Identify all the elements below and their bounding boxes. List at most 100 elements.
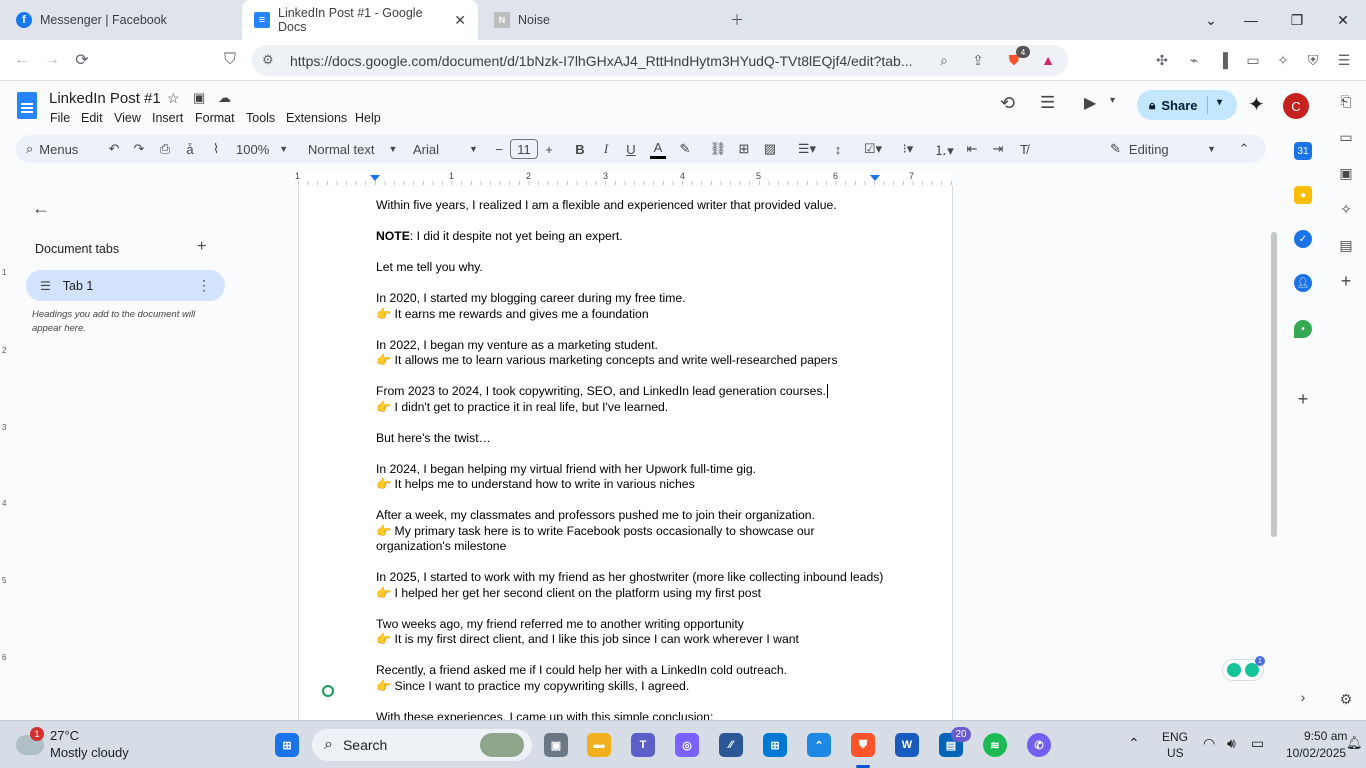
paragraph[interactable]: In 2024, I began helping my virtual frie… bbox=[376, 462, 886, 493]
wallet-icon[interactable]: ▭ bbox=[1243, 50, 1263, 70]
language-indicator[interactable]: ENG bbox=[1162, 730, 1188, 744]
browser-tab-messenger[interactable]: f Messenger | Facebook bbox=[4, 0, 240, 40]
forward-button[interactable]: → bbox=[40, 48, 64, 72]
copilot-icon[interactable]: ◎ bbox=[675, 733, 699, 757]
editing-mode-select[interactable]: ✎ Editing ▼ bbox=[1110, 139, 1216, 159]
paragraph[interactable]: After a week, my classmates and professo… bbox=[376, 508, 886, 555]
google-docs-logo-icon[interactable] bbox=[17, 92, 37, 119]
menu-tools[interactable]: Tools bbox=[246, 111, 275, 125]
paragraph[interactable]: Recently, a friend asked me if I could h… bbox=[376, 663, 886, 694]
vertical-ruler[interactable]: 1 2 3 4 5 6 bbox=[0, 186, 12, 720]
move-folder-icon[interactable]: ▣ bbox=[193, 90, 205, 106]
reload-button[interactable]: ⟳ bbox=[70, 48, 94, 72]
paragraph[interactable]: From 2023 to 2024, I took copywriting, S… bbox=[376, 384, 886, 415]
paragraph[interactable]: But here's the twist… bbox=[376, 431, 886, 447]
decrease-indent-icon[interactable]: ⇤ bbox=[964, 139, 980, 159]
teams-icon[interactable]: T bbox=[631, 733, 655, 757]
share-button[interactable]: 🔒︎ Share ▾ bbox=[1137, 90, 1237, 120]
sidebar-settings-icon[interactable]: ⚙ bbox=[1336, 689, 1356, 709]
redo-icon[interactable]: ↷ bbox=[131, 139, 147, 159]
vertical-scrollbar[interactable] bbox=[1271, 232, 1277, 537]
document-title[interactable]: LinkedIn Post #1 bbox=[49, 90, 161, 107]
share-dropdown-icon[interactable]: ▾ bbox=[1217, 97, 1222, 108]
text-color-icon[interactable]: A bbox=[650, 139, 666, 159]
right-indent-marker[interactable] bbox=[870, 175, 880, 181]
more-options-icon[interactable]: ⋮ bbox=[197, 277, 211, 294]
paint-format-icon[interactable]: ⌇ bbox=[208, 139, 224, 159]
line-spacing-icon[interactable]: ↕ bbox=[830, 139, 846, 159]
maps-icon[interactable]: • bbox=[1294, 320, 1312, 338]
minimize-window-button[interactable]: — bbox=[1228, 0, 1274, 40]
file-explorer-icon[interactable]: ▬ bbox=[587, 733, 611, 757]
clock-date[interactable]: 10/02/2025 bbox=[1286, 746, 1346, 760]
paragraph-style-select[interactable]: Normal text ▼ bbox=[308, 139, 397, 159]
menu-file[interactable]: File bbox=[50, 111, 70, 125]
paragraph[interactable]: In 2025, I started to work with my frien… bbox=[376, 570, 886, 601]
grammarly-assist-icon[interactable] bbox=[1227, 663, 1241, 677]
grammarly-icon[interactable] bbox=[322, 685, 334, 697]
paragraph[interactable]: In 2022, I began my venture as a marketi… bbox=[376, 338, 886, 369]
wifi-icon[interactable]: ◠ bbox=[1203, 735, 1215, 752]
get-addons-icon[interactable]: + bbox=[1294, 389, 1312, 409]
word-icon[interactable]: W bbox=[895, 733, 919, 757]
account-avatar[interactable]: C bbox=[1283, 93, 1309, 119]
brave-rewards-icon[interactable]: ▲ bbox=[1038, 50, 1058, 70]
add-sidebar-item-icon[interactable]: + bbox=[1336, 271, 1356, 291]
viber-icon[interactable]: ✆ bbox=[1027, 733, 1051, 757]
sidebar-toggle-icon[interactable]: ▐ bbox=[1213, 50, 1233, 70]
paragraph[interactable]: With these experiences, I came up with t… bbox=[376, 710, 886, 721]
insert-link-icon[interactable]: ⛓ bbox=[710, 139, 727, 159]
bold-icon[interactable]: B bbox=[572, 139, 588, 159]
menus-search-button[interactable]: ⌕ Menus bbox=[26, 139, 78, 159]
insert-image-icon[interactable]: ▨ bbox=[762, 139, 778, 159]
grammarly-widget[interactable]: 1 bbox=[1222, 656, 1265, 681]
document-page[interactable]: Within five years, I realized I am a fle… bbox=[298, 186, 953, 720]
leo-ai-icon[interactable]: ✧ bbox=[1273, 50, 1293, 70]
horizontal-ruler[interactable]: 1 1 2 3 4 5 6 7 bbox=[0, 171, 1268, 185]
new-tab-button[interactable]: ＋ bbox=[714, 0, 760, 40]
tradingview-icon[interactable]: ⁄⁄ bbox=[719, 733, 743, 757]
meet-dropdown-icon[interactable]: ▾ bbox=[1110, 95, 1115, 106]
font-size-field[interactable]: 11 bbox=[510, 139, 538, 159]
battery-icon[interactable]: ▭ bbox=[1251, 735, 1264, 752]
wallet-side-icon[interactable]: ▣ bbox=[1336, 163, 1356, 183]
show-hidden-icons[interactable]: ⌃ bbox=[1128, 735, 1140, 752]
browser-tab-google-docs[interactable]: ≡ LinkedIn Post #1 - Google Docs ✕ bbox=[242, 0, 478, 40]
clock-time[interactable]: 9:50 am bbox=[1304, 729, 1347, 743]
italic-icon[interactable]: I bbox=[598, 139, 614, 159]
menu-format[interactable]: Format bbox=[195, 111, 235, 125]
hide-menus-icon[interactable]: ⌃ bbox=[1236, 139, 1252, 159]
menu-view[interactable]: View bbox=[114, 111, 141, 125]
underline-icon[interactable]: U bbox=[623, 139, 639, 159]
extensions-icon[interactable]: ✣ bbox=[1152, 50, 1172, 70]
leo-chat-icon[interactable]: ▭ bbox=[1336, 127, 1356, 147]
star-icon[interactable]: ☆ bbox=[167, 90, 180, 107]
task-view-icon[interactable]: ▣ bbox=[544, 733, 568, 757]
zoom-select[interactable]: 100% ▼ bbox=[236, 139, 288, 159]
browser-tab-noise[interactable]: N Noise bbox=[482, 0, 718, 40]
close-window-button[interactable]: ✕ bbox=[1320, 0, 1366, 40]
spellcheck-icon[interactable]: ǡ bbox=[182, 139, 198, 159]
bulleted-list-icon[interactable]: ⁝▾ bbox=[894, 139, 922, 159]
volume-icon[interactable]: 🔊︎ bbox=[1227, 735, 1236, 752]
bookmarks-side-icon[interactable]: ✧ bbox=[1336, 199, 1356, 219]
menu-insert[interactable]: Insert bbox=[152, 111, 183, 125]
numbered-list-icon[interactable]: ⒈▾ bbox=[930, 139, 958, 159]
vpn-icon[interactable]: ⛨ bbox=[1303, 50, 1323, 70]
windows-start-icon[interactable]: ⊞ bbox=[275, 733, 299, 757]
increase-indent-icon[interactable]: ⇥ bbox=[990, 139, 1006, 159]
contacts-icon[interactable]: 👤︎ bbox=[1294, 274, 1312, 292]
paragraph[interactable]: Within five years, I realized I am a fle… bbox=[376, 198, 886, 214]
spotify-icon[interactable]: ≋ bbox=[983, 733, 1007, 757]
bookmark-icon[interactable]: ⛉ bbox=[218, 48, 242, 72]
menu-extensions[interactable]: Extensions bbox=[286, 111, 347, 125]
undo-icon[interactable]: ↶ bbox=[106, 139, 122, 159]
share-page-icon[interactable]: ⇪ bbox=[968, 50, 988, 70]
notification-bell-icon[interactable]: 🔔︎ bbox=[1346, 735, 1363, 751]
brave-browser-icon[interactable]: ⛊ bbox=[851, 733, 875, 757]
keep-icon[interactable]: ● bbox=[1294, 186, 1312, 204]
meet-icon[interactable]: ▶ bbox=[1084, 93, 1096, 113]
zoom-icon[interactable]: ⌕ bbox=[934, 50, 954, 70]
document-body[interactable]: Within five years, I realized I am a fle… bbox=[376, 198, 886, 720]
reading-list-icon[interactable]: ⎗ bbox=[1336, 91, 1356, 111]
